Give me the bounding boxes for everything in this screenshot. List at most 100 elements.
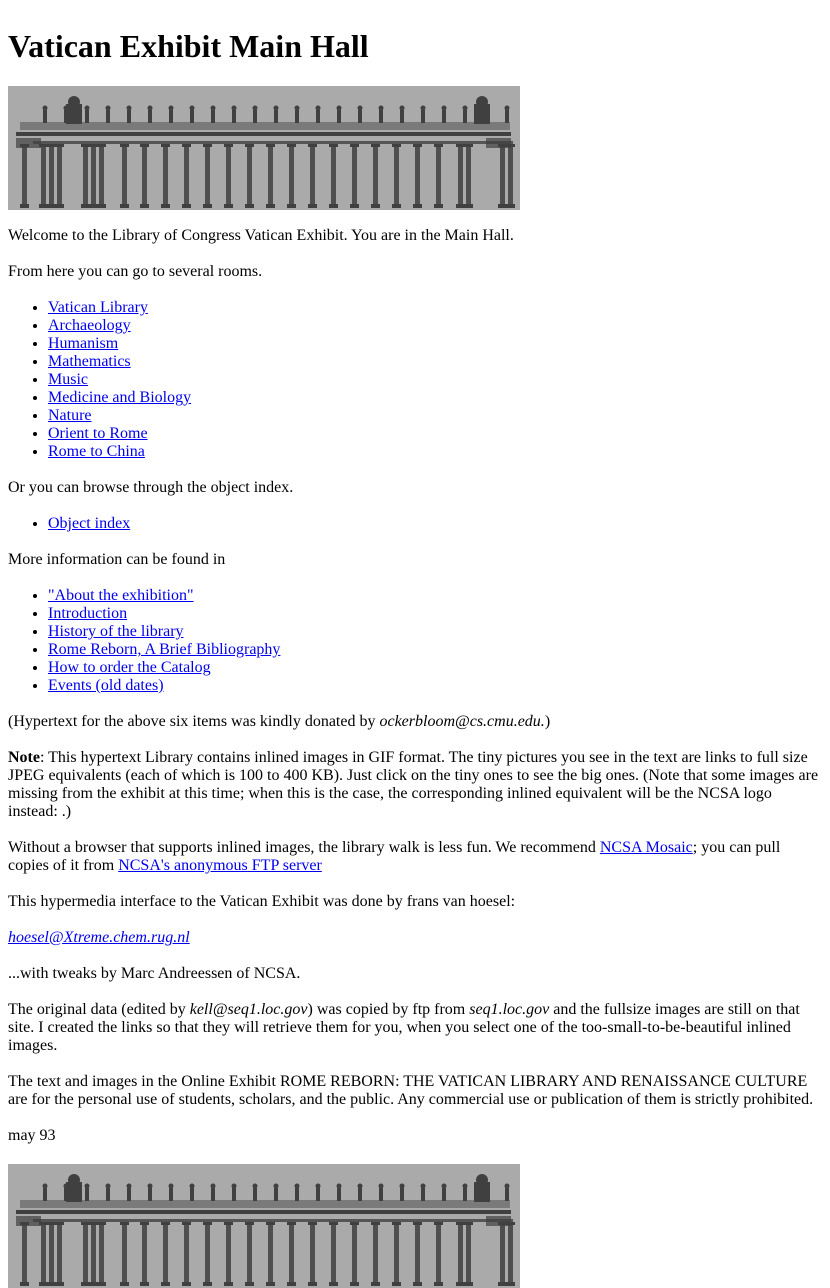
banner-column-base [392,1282,401,1286]
banner-column [226,1224,231,1284]
banner-statue-head [399,1183,405,1189]
room-link-medicine-biology[interactable]: Medicine and Biology [48,389,191,406]
banner-statue-head [336,105,342,111]
banner-column [310,146,315,206]
banner-column-capital [329,144,338,147]
banner-statue [400,1188,404,1201]
about-exhibition-link[interactable]: "About the exhibition" [48,587,194,604]
banner-statue-head [84,105,90,111]
list-item: Orient to Rome [48,425,822,443]
banner-column-capital [203,1222,212,1225]
banner-column-capital [39,1222,48,1225]
banner-statue [274,1188,278,1201]
banner-column [289,1224,294,1284]
list-item: How to order the Catalog [48,659,822,677]
banner-column [22,1224,27,1284]
banner-column-base [498,204,507,208]
banner-column-capital [97,1222,106,1225]
banner-statue-head [315,105,321,111]
list-item: Events (old dates) [48,677,822,695]
banner-column-capital [81,144,90,147]
ncsa-ftp-link[interactable]: NCSA's anonymous FTP server [118,857,322,874]
browser-paragraph: Without a browser that supports inlined … [8,839,822,875]
room-link-rome-to-china[interactable]: Rome to China [48,443,145,460]
room-link-vatican-library[interactable]: Vatican Library [48,299,148,316]
banner-column [49,146,54,206]
room-link-orient-to-rome[interactable]: Orient to Rome [48,425,148,442]
banner-column-capital [182,144,191,147]
author-email-paragraph: hoesel@Xtreme.chem.rug.nl [8,929,822,947]
banner-column-capital [224,144,233,147]
banner-statue [463,110,467,123]
rooms-intro: From here you can go to several rooms. [8,263,263,280]
banner-column [41,1224,46,1284]
note-label: Note [8,749,40,766]
banner-column-base [371,204,380,208]
history-library-link[interactable]: History of the library [48,623,184,640]
order-catalog-link[interactable]: How to order the Catalog [48,659,211,676]
banner-column [352,146,357,206]
banner-statue-head [231,105,237,111]
banner-column-base [434,1282,443,1286]
banner-balustrade [20,1200,510,1208]
banner-statue-head [126,1183,132,1189]
banner-statue [232,110,236,123]
banner-column-capital [245,144,254,147]
banner-statue-head [399,105,405,111]
banner-column-capital [55,1222,64,1225]
introduction-link[interactable]: Introduction [48,605,127,622]
banner-statue [43,110,47,123]
banner-column-capital [350,144,359,147]
banner-balustrade [20,122,510,130]
page-title: Vatican Exhibit Main Hall [8,28,369,64]
room-link-nature[interactable]: Nature [48,407,92,424]
banner-statue-head [126,105,132,111]
banner-column [268,1224,273,1284]
banner-column [458,1224,463,1284]
banner-column-capital [287,1222,296,1225]
banner-statue [85,1188,89,1201]
banner-column-base [81,1282,90,1286]
banner-statue [358,110,362,123]
banner-column-base [39,1282,48,1286]
events-link[interactable]: Events (old dates) [48,677,164,694]
banner-column-capital [20,1222,29,1225]
banner-column-capital [464,144,473,147]
object-index-link[interactable]: Object index [48,515,130,532]
banner-column-capital [245,1222,254,1225]
banner-column-capital [371,144,380,147]
banner-column-base [89,1282,98,1286]
banner-column-capital [182,1222,191,1225]
banner-statue [505,1188,509,1201]
ncsa-mosaic-link[interactable]: NCSA Mosaic [600,839,693,856]
room-link-music[interactable]: Music [48,371,88,388]
banner-column [57,1224,62,1284]
rights-notice: The text and images in the Online Exhibi… [8,1073,814,1108]
banner-column-capital [308,144,317,147]
list-item: Vatican Library [48,299,822,317]
banner-column-base [266,1282,275,1286]
banner-statue-head [210,105,216,111]
banner-column [458,146,463,206]
banner-statue-head [357,105,363,111]
donation-prefix: (Hypertext for the above six items was k… [8,713,380,730]
banner-statue-head [294,1183,300,1189]
banner-statue-head [42,105,48,111]
room-link-mathematics[interactable]: Mathematics [48,353,131,370]
banner-column [41,146,46,206]
banner-column [205,146,210,206]
bibliography-link[interactable]: Rome Reborn, A Brief Bibliography [48,641,280,658]
room-link-archaeology[interactable]: Archaeology [48,317,131,334]
banner-column-capital [55,144,64,147]
banner-column [205,1224,210,1284]
banner-column [466,146,471,206]
banner-column-base [224,1282,233,1286]
banner-column [163,146,168,206]
banner-column [415,146,420,206]
colonnade-banner-bottom [8,1164,520,1288]
banner-statue [211,110,215,123]
banner-column-base [89,204,98,208]
room-link-humanism[interactable]: Humanism [48,335,118,352]
author-email-link[interactable]: hoesel@Xtreme.chem.rug.nl [8,929,190,946]
banner-column-base [47,204,56,208]
